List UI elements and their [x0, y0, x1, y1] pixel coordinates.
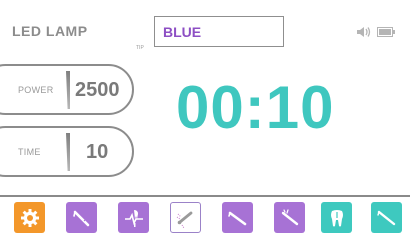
tooth-icon [330, 209, 343, 226]
power-label: POWER [18, 85, 54, 95]
file-icon [281, 208, 298, 225]
tooth-button[interactable] [321, 202, 352, 233]
time-value: 10 [86, 141, 109, 163]
countdown-timer: 00:10 [176, 74, 335, 141]
scalpel-icon [376, 210, 395, 225]
led-lamp-button[interactable] [170, 202, 201, 233]
perio-button[interactable] [222, 202, 253, 233]
mode-title: LED LAMP [12, 23, 88, 39]
endo-button[interactable] [274, 202, 305, 233]
status-icons [357, 26, 395, 38]
power-divider [66, 71, 70, 109]
settings-button[interactable] [14, 202, 45, 233]
tip-label: TIP [136, 45, 144, 51]
handpiece-icon [72, 210, 89, 226]
toolbar-divider [0, 195, 410, 197]
gear-icon [20, 208, 39, 227]
scaler-button[interactable] [66, 202, 97, 233]
apex-locator-button[interactable] [118, 202, 149, 233]
time-divider [66, 133, 70, 171]
time-control[interactable]: TIME 10 [0, 126, 134, 177]
power-control[interactable]: POWER 2500 [0, 64, 134, 115]
battery-icon [377, 27, 395, 37]
time-label: TIME [18, 147, 41, 157]
curing-light-icon [176, 211, 192, 228]
surgery-button[interactable] [371, 202, 402, 233]
power-value: 2500 [75, 79, 120, 101]
led-lamp-screen: LED LAMP TIP BLUE POWER 2500 TIME 10 00:… [0, 0, 410, 241]
handpiece-icon [227, 211, 246, 225]
speaker-icon[interactable] [357, 26, 373, 38]
light-color-field[interactable]: BLUE [154, 16, 284, 47]
tooth-wave-icon [124, 209, 143, 227]
